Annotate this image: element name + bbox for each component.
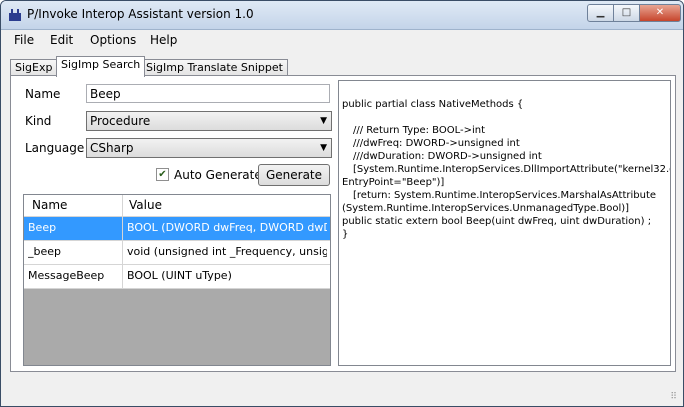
cell-divider xyxy=(122,265,123,288)
menu-help[interactable]: Help xyxy=(150,33,177,47)
tab-sigexp[interactable]: SigExp xyxy=(10,59,58,76)
code-output[interactable]: public partial class NativeMethods { ///… xyxy=(338,80,671,366)
menu-bar: File Edit Options Help xyxy=(1,30,683,52)
code-line: } xyxy=(342,229,349,240)
menu-edit[interactable]: Edit xyxy=(50,33,73,47)
close-button[interactable]: ✕ xyxy=(639,4,681,22)
column-header-name[interactable]: Name xyxy=(32,198,67,212)
name-label: Name xyxy=(25,87,61,101)
code-line: /// Return Type: BOOL->int xyxy=(353,125,486,136)
code-line: (System.Runtime.InteropServices.Unmanage… xyxy=(342,203,630,214)
sigimp-search-panel: Name Beep Kind Procedure ▼ Language CSha… xyxy=(10,75,676,372)
code-line: [System.Runtime.InteropServices.DllImpor… xyxy=(353,164,671,175)
table-row[interactable]: MessageBeep BOOL (UINT uType) xyxy=(24,265,330,289)
code-line: public partial class NativeMethods { xyxy=(342,99,524,110)
code-line: public static extern bool Beep(uint dwFr… xyxy=(342,216,652,227)
row-value: void (unsigned int _Frequency, unsigned.… xyxy=(127,245,327,258)
title-bar: P/Invoke Interop Assistant version 1.0 ▁… xyxy=(1,1,683,30)
maximize-button[interactable]: □ xyxy=(613,4,640,22)
code-line: [return: System.Runtime.InteropServices.… xyxy=(353,190,657,201)
kind-dropdown[interactable]: Procedure ▼ xyxy=(86,111,332,131)
cell-divider xyxy=(122,241,123,264)
generate-button[interactable]: Generate xyxy=(258,164,330,186)
language-value: CSharp xyxy=(90,141,134,155)
menu-options[interactable]: Options xyxy=(90,33,136,47)
app-icon xyxy=(9,9,21,21)
language-dropdown[interactable]: CSharp ▼ xyxy=(86,138,332,158)
kind-value: Procedure xyxy=(90,114,151,128)
column-header-value[interactable]: Value xyxy=(129,198,162,212)
tab-sigimp-search[interactable]: SigImp Search xyxy=(56,56,146,77)
chevron-down-icon: ▼ xyxy=(320,143,327,153)
grid-header: Name Value xyxy=(24,195,330,217)
auto-generate-label[interactable]: Auto Generate xyxy=(174,168,262,182)
column-divider[interactable] xyxy=(122,195,123,216)
row-name: _beep xyxy=(28,245,61,258)
tab-sigimp-translate-snippet[interactable]: SigImp Translate Snippet xyxy=(141,59,288,76)
cell-divider xyxy=(122,217,123,240)
kind-label: Kind xyxy=(25,114,52,128)
auto-generate-checkbox[interactable]: ✔ xyxy=(156,168,169,181)
checkmark-icon: ✔ xyxy=(158,169,167,180)
row-name: Beep xyxy=(28,221,57,234)
code-line: EntryPoint="Beep")] xyxy=(342,177,445,188)
code-line: ///dwDuration: DWORD->unsigned int xyxy=(353,151,542,162)
maximize-icon: □ xyxy=(621,7,632,18)
table-row[interactable]: _beep void (unsigned int _Frequency, uns… xyxy=(24,241,330,265)
results-grid: Name Value Beep BOOL (DWORD dwFreq, DWOR… xyxy=(23,194,331,366)
chevron-down-icon: ▼ xyxy=(320,116,327,126)
resize-grip-icon[interactable]: ⠿ xyxy=(670,392,677,402)
name-input[interactable]: Beep xyxy=(86,84,330,103)
status-bar: ⠿ xyxy=(1,380,683,406)
row-value: BOOL (UINT uType) xyxy=(127,269,232,282)
table-row[interactable]: Beep BOOL (DWORD dwFreq, DWORD dwD... xyxy=(24,217,330,241)
minimize-icon: ▁ xyxy=(596,7,605,18)
language-label: Language xyxy=(25,141,85,155)
minimize-button[interactable]: ▁ xyxy=(587,4,614,22)
row-value: BOOL (DWORD dwFreq, DWORD dwD... xyxy=(127,221,327,234)
window-title: P/Invoke Interop Assistant version 1.0 xyxy=(27,7,254,21)
code-line: ///dwFreq: DWORD->unsigned int xyxy=(353,138,520,149)
main-window: P/Invoke Interop Assistant version 1.0 ▁… xyxy=(0,0,684,407)
close-icon: ✕ xyxy=(655,7,665,18)
row-name: MessageBeep xyxy=(28,269,105,282)
menu-file[interactable]: File xyxy=(14,33,34,47)
